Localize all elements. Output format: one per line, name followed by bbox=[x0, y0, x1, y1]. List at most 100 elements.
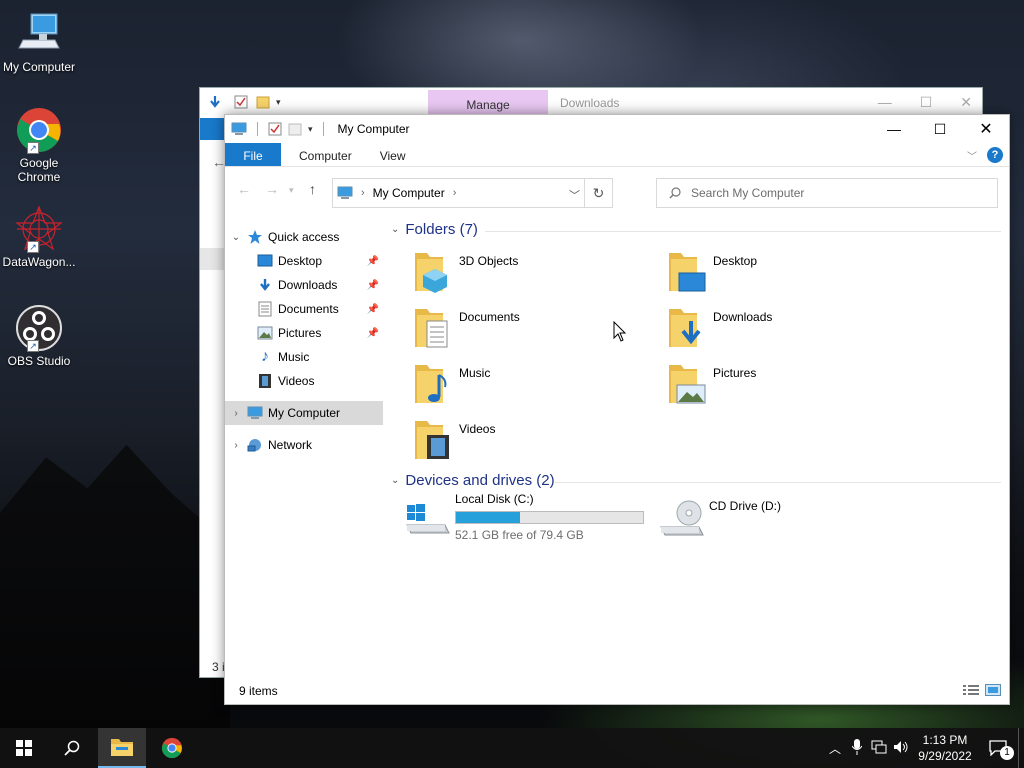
chevron-right-icon[interactable]: › bbox=[231, 440, 241, 451]
drive-local-disk-c[interactable]: Local Disk (C:) 52.1 GB free of 79.4 GB bbox=[405, 492, 655, 545]
volume-icon[interactable] bbox=[890, 740, 912, 757]
pin-icon: 📌 bbox=[366, 327, 379, 339]
search-icon bbox=[669, 187, 681, 199]
expand-ribbon-icon[interactable]: ﹀ bbox=[967, 148, 977, 163]
close-icon: ✕ bbox=[960, 94, 972, 110]
taskbar-google-chrome[interactable] bbox=[148, 728, 196, 768]
folder-desktop[interactable]: Desktop bbox=[663, 247, 913, 297]
back-selected-item-edge bbox=[200, 248, 225, 270]
nav-item-my-computer[interactable]: › My Computer bbox=[225, 401, 383, 425]
videos-folder-icon bbox=[415, 421, 449, 459]
folder-music[interactable]: Music bbox=[409, 359, 659, 409]
breadcrumb[interactable]: My Computer bbox=[373, 186, 445, 200]
status-bar: 9 items bbox=[225, 678, 1009, 704]
network-status-icon[interactable] bbox=[868, 740, 890, 757]
shortcut-arrow-icon: ↗ bbox=[27, 142, 39, 154]
desktop-icon-google-chrome[interactable]: ↗ Google Chrome bbox=[0, 106, 78, 184]
show-hidden-icons-button[interactable]: ︿ bbox=[824, 740, 846, 757]
back-arrow-icon: ← bbox=[237, 181, 251, 197]
chevron-right-icon[interactable]: › bbox=[453, 187, 457, 199]
window-title: My Computer bbox=[337, 122, 410, 136]
maximize-icon: ☐ bbox=[933, 120, 947, 137]
folder-3d-objects[interactable]: 3D Objects bbox=[409, 247, 659, 297]
chrome-icon: ↗ bbox=[15, 106, 63, 154]
separator bbox=[322, 122, 324, 136]
address-bar[interactable]: › My Computer › ﹀ ↻ bbox=[332, 178, 613, 208]
navigation-pane: ⌄ Quick access Desktop 📌 Downloads 📌 Doc… bbox=[225, 213, 383, 679]
nav-quick-access[interactable]: ⌄ Quick access bbox=[225, 225, 383, 249]
pin-icon: 📌 bbox=[366, 255, 379, 267]
nav-item-desktop[interactable]: Desktop 📌 bbox=[225, 249, 383, 273]
help-icon[interactable]: ? bbox=[987, 147, 1003, 163]
customize-quick-access-icon[interactable]: ▾ bbox=[308, 124, 313, 135]
search-button[interactable] bbox=[48, 728, 96, 768]
windows-logo-icon bbox=[16, 740, 32, 756]
desktop-icon-label: Google Chrome bbox=[17, 156, 61, 184]
ribbon-right-controls: ﹀ ? bbox=[967, 147, 1003, 163]
nav-item-label: Quick access bbox=[268, 230, 340, 244]
folder-downloads[interactable]: Downloads bbox=[663, 303, 913, 353]
drive-free-space: 52.1 GB free of 79.4 GB bbox=[455, 528, 584, 542]
nav-item-label: Downloads bbox=[278, 278, 338, 292]
up-arrow-icon: ↑ bbox=[309, 181, 316, 197]
properties-icon[interactable] bbox=[268, 122, 282, 136]
up-button[interactable]: ↑ bbox=[309, 181, 316, 197]
back-button[interactable]: ← bbox=[237, 181, 251, 197]
search-input[interactable] bbox=[691, 186, 971, 200]
devices-group-header[interactable]: ⌄ Devices and drives (2) bbox=[391, 472, 555, 489]
computer-icon[interactable] bbox=[231, 122, 247, 136]
back-window-titlebar: ▾ Manage Downloads — ☐ ✕ bbox=[200, 88, 982, 116]
minimize-button[interactable]: — bbox=[871, 115, 917, 143]
pin-icon: 📌 bbox=[366, 303, 379, 315]
back-file-tab-edge bbox=[200, 118, 226, 140]
window-controls: — ☐ ✕ bbox=[871, 115, 1009, 143]
action-center-button[interactable]: 1 bbox=[978, 740, 1018, 760]
chevron-down-icon[interactable]: ⌄ bbox=[231, 232, 241, 243]
desktop-icon-obs-studio[interactable]: ↗ OBS Studio bbox=[0, 304, 78, 368]
separator bbox=[257, 122, 258, 136]
back-status-text: 3 i bbox=[212, 660, 225, 674]
star-icon bbox=[247, 229, 263, 245]
folder-pictures[interactable]: Pictures bbox=[663, 359, 913, 409]
details-view-icon[interactable] bbox=[963, 684, 979, 696]
file-explorer-window[interactable]: ▾ My Computer — ☐ ✕ File Computer View ﹀… bbox=[224, 114, 1010, 705]
close-icon: ✕ bbox=[979, 121, 993, 138]
nav-item-videos[interactable]: Videos bbox=[225, 369, 383, 393]
tab-file[interactable]: File bbox=[225, 143, 281, 166]
start-button[interactable] bbox=[0, 728, 48, 768]
desktop-icon-datawagon[interactable]: ↗ DataWagon... bbox=[0, 205, 78, 269]
desktop-icon-label: My Computer bbox=[2, 60, 76, 74]
nav-item-documents[interactable]: Documents 📌 bbox=[225, 297, 383, 321]
datawagon-icon: ↗ bbox=[15, 205, 63, 253]
folder-label: Desktop bbox=[713, 254, 758, 268]
nav-item-pictures[interactable]: Pictures 📌 bbox=[225, 321, 383, 345]
nav-item-network[interactable]: › Network bbox=[225, 433, 383, 457]
download-arrow-icon bbox=[257, 277, 273, 293]
chevron-down-icon[interactable]: ﹀ bbox=[569, 187, 580, 203]
content-pane: ⌄ Folders (7) 3D Objects Desktop Documen… bbox=[385, 213, 1009, 679]
nav-item-music[interactable]: ♪ Music bbox=[225, 345, 383, 369]
desktop-icon-my-computer[interactable]: My Computer bbox=[0, 10, 78, 74]
recent-locations-button[interactable]: ▾ bbox=[289, 185, 294, 196]
chevron-right-icon[interactable]: › bbox=[231, 408, 241, 419]
maximize-button[interactable]: ☐ bbox=[917, 115, 963, 143]
clock[interactable]: 1:13 PM 9/29/2022 bbox=[912, 732, 978, 764]
tab-computer[interactable]: Computer bbox=[281, 143, 366, 166]
drive-label: Local Disk (C:) bbox=[455, 492, 534, 506]
microphone-icon[interactable] bbox=[846, 738, 868, 758]
forward-button[interactable]: → bbox=[265, 181, 279, 197]
refresh-button[interactable]: ↻ bbox=[584, 179, 612, 207]
chevron-up-icon: ︿ bbox=[828, 741, 841, 756]
folder-videos[interactable]: Videos bbox=[409, 415, 659, 465]
search-box[interactable] bbox=[656, 178, 998, 208]
show-desktop-button[interactable] bbox=[1018, 728, 1024, 768]
taskbar-file-explorer[interactable] bbox=[98, 728, 146, 768]
drive-cd-d[interactable]: CD Drive (D:) bbox=[659, 495, 909, 545]
large-icons-view-icon[interactable] bbox=[985, 684, 1001, 696]
nav-item-downloads[interactable]: Downloads 📌 bbox=[225, 273, 383, 297]
document-icon bbox=[257, 301, 273, 317]
new-folder-icon[interactable] bbox=[288, 122, 302, 136]
close-button[interactable]: ✕ bbox=[963, 115, 1009, 143]
tab-view[interactable]: View bbox=[366, 143, 420, 166]
folders-group-header[interactable]: ⌄ Folders (7) bbox=[391, 221, 478, 238]
